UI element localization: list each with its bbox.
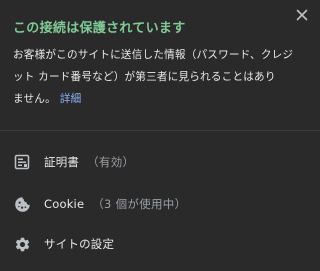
divider [0,130,320,131]
close-icon [296,9,308,21]
certificate-status: （有効） [87,155,135,169]
popup-header: この接続は保護されています お客様がこのサイトに送信した情報（パスワード、クレジ… [0,0,320,130]
cookie-label-text: Cookie [44,197,85,211]
certificate-label-text: 証明書 [44,155,80,169]
description-line: ット カード番号など）が第三者に見られることはあり [13,71,276,83]
description-text: ません。 [13,93,56,105]
site-settings-label: サイトの設定 [44,237,115,251]
close-button[interactable] [293,6,311,24]
certificate-row[interactable]: 証明書 （有効） [0,142,320,182]
details-link[interactable]: 詳細 [60,93,82,105]
gear-icon [13,235,31,253]
cookie-row[interactable]: Cookie （3 個が使用中） [0,184,320,224]
certificate-label: 証明書 （有効） [44,154,134,170]
certificate-icon [13,153,31,171]
site-info-popup: この接続は保護されています お客様がこのサイトに送信した情報（パスワード、クレジ… [0,0,320,271]
connection-description: お客様がこのサイトに送信した情報（パスワード、クレジ ット カード番号など）が第… [13,44,309,110]
cookie-count: （3 個が使用中） [92,197,187,211]
connection-secure-title: この接続は保護されています [13,21,186,36]
cookie-label: Cookie （3 個が使用中） [44,196,186,212]
site-settings-row[interactable]: サイトの設定 [0,224,320,264]
description-line: ません。 詳細 [13,88,309,110]
description-line: お客様がこのサイトに送信した情報（パスワード、クレジ [13,49,294,61]
cookie-icon [13,195,31,213]
